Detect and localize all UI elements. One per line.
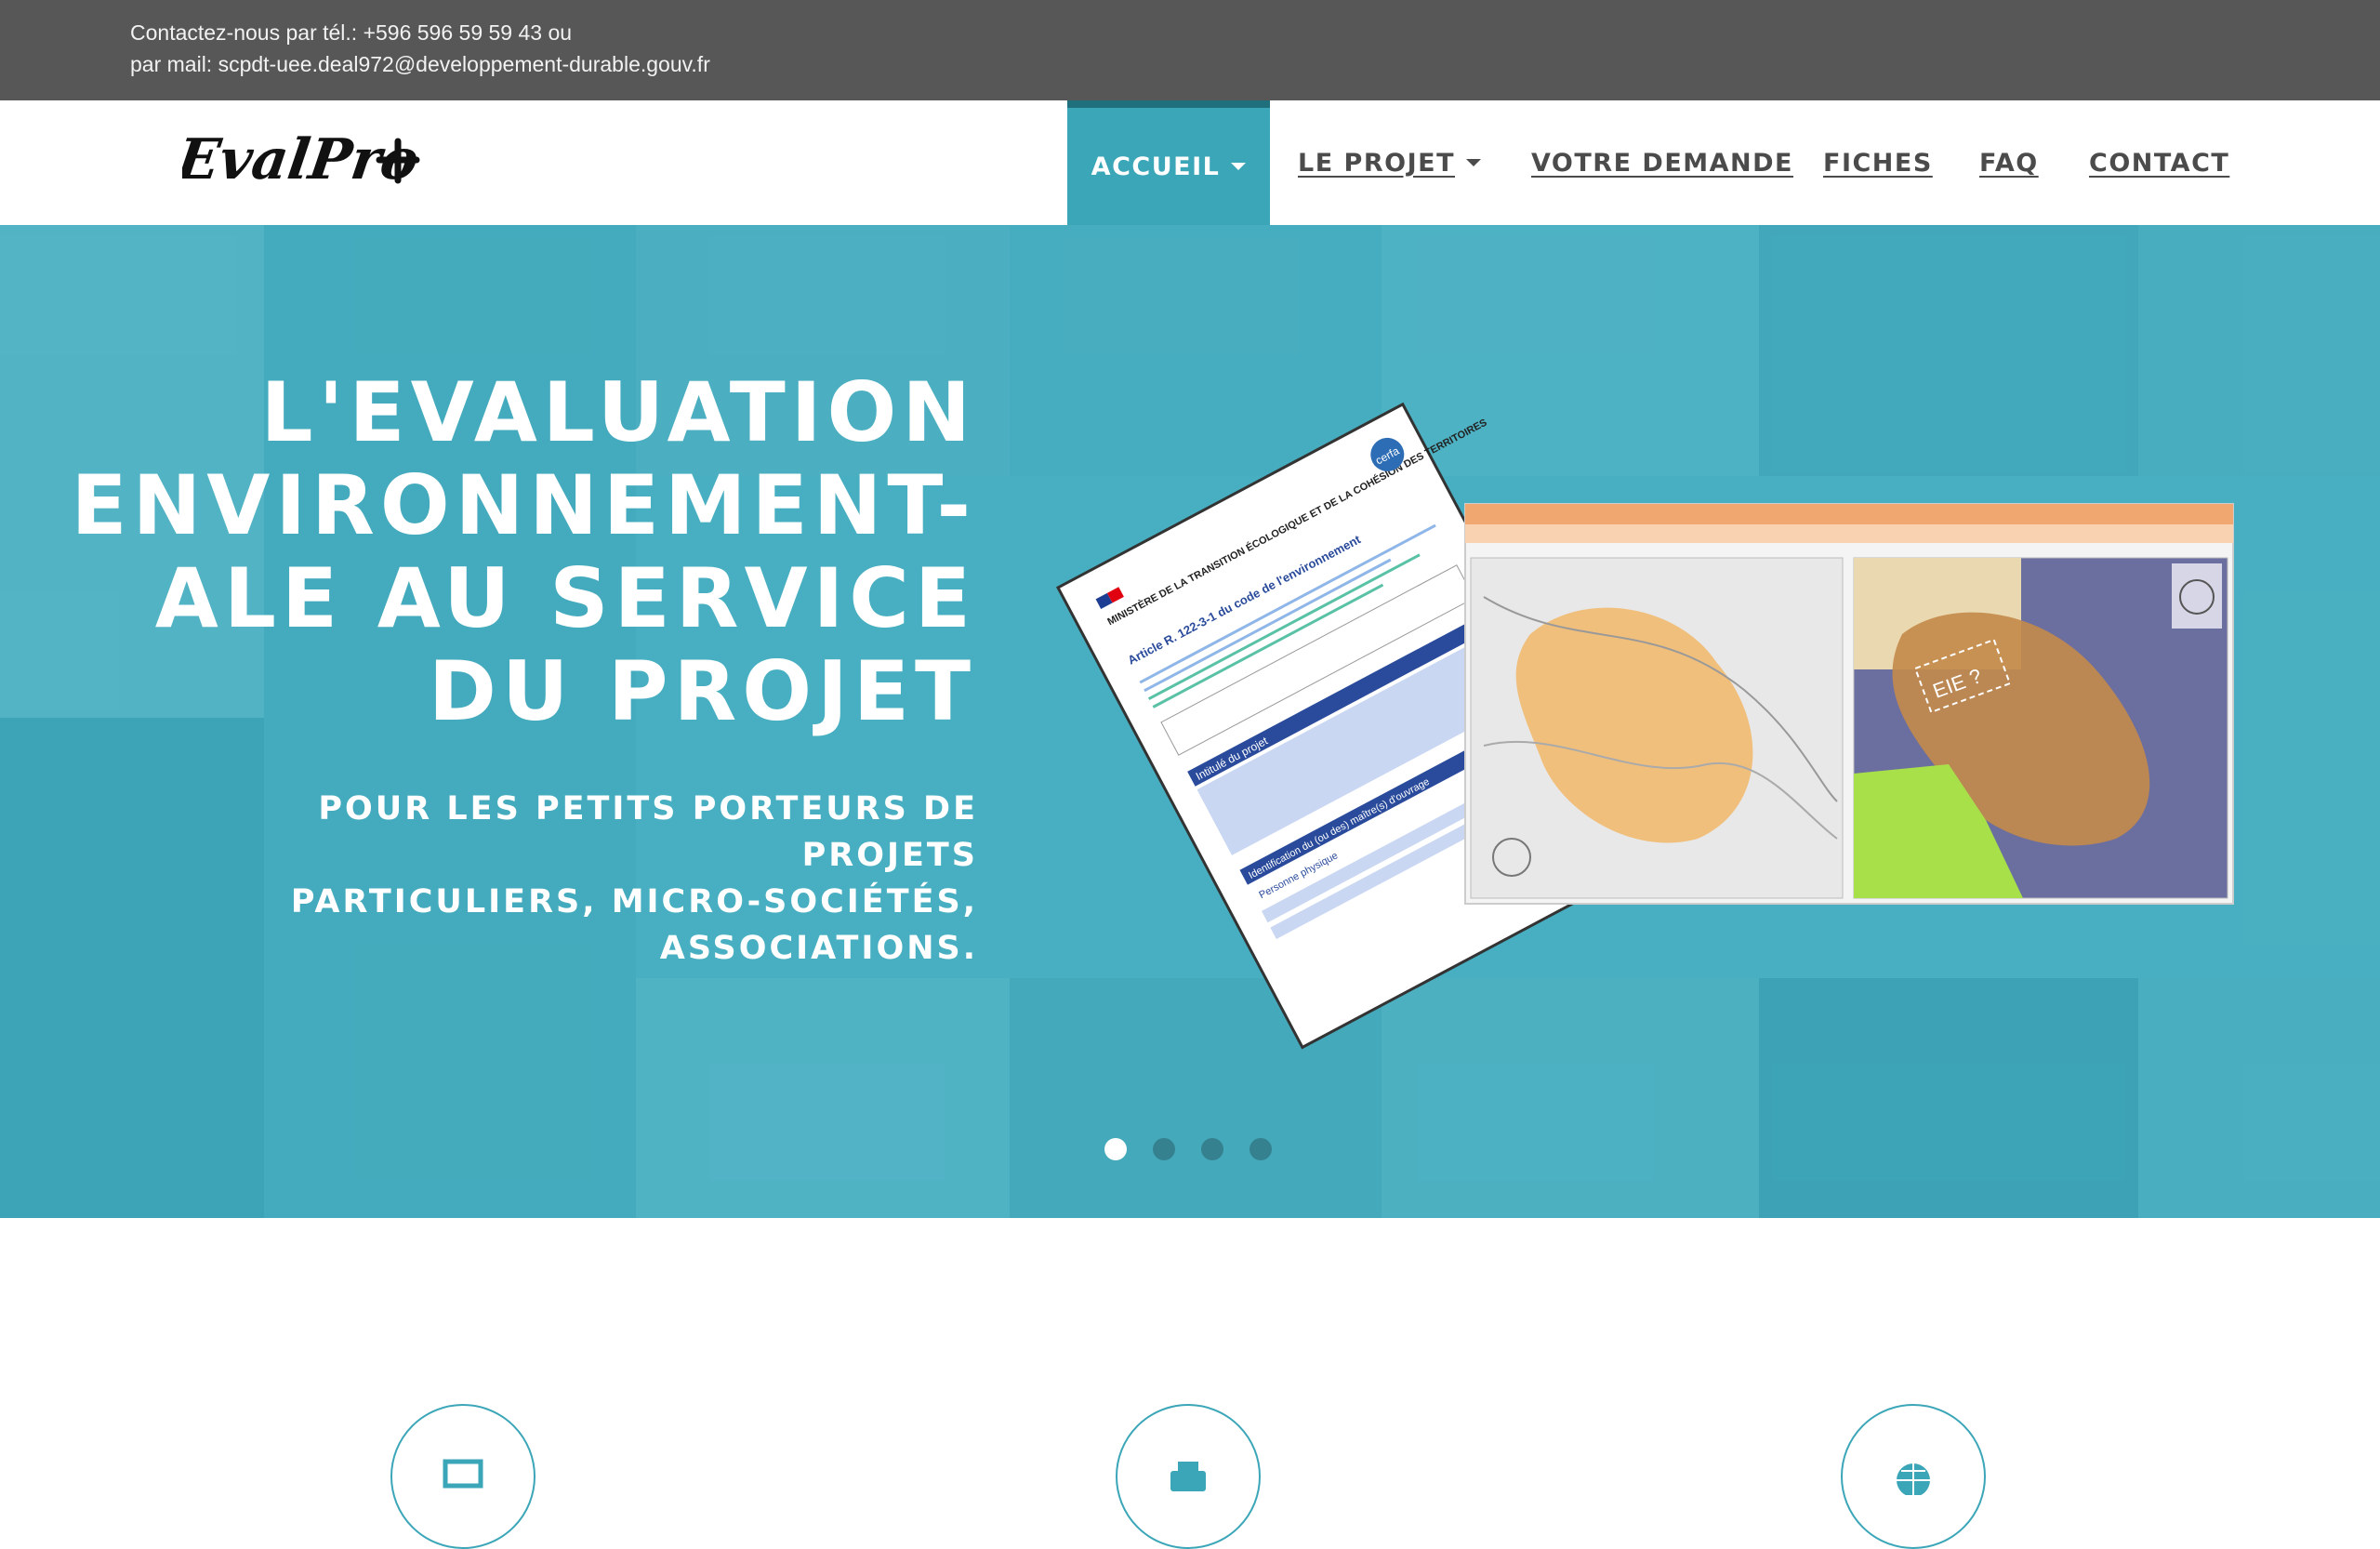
map-window: EIE ? bbox=[1464, 503, 2234, 905]
nav-votre-demande[interactable]: VOTRE DEMANDE bbox=[1531, 100, 1793, 225]
laptop-icon bbox=[443, 1459, 483, 1489]
feature-globe-circle[interactable] bbox=[1841, 1404, 1986, 1549]
nav-contact-label: CONTACT bbox=[2089, 148, 2230, 178]
nav-fiches-label: FICHES bbox=[1823, 148, 1933, 178]
evalpro-logo[interactable]: EvalPro bbox=[171, 125, 424, 199]
hero-title-line: ENVIRONNEMENT- bbox=[71, 457, 976, 553]
main-navbar: EvalPro ACCUEIL LE PROJET VOTRE DEMANDE … bbox=[0, 100, 2380, 225]
carousel-dot-1[interactable] bbox=[1104, 1138, 1127, 1160]
hero-subtitle-line: PARTICULIERS, MICRO-SOCIÉTÉS, bbox=[290, 883, 978, 920]
carousel-dot-3[interactable] bbox=[1201, 1138, 1223, 1160]
hero-subtitle-line: POUR LES PETITS PORTEURS DE PROJETS bbox=[318, 790, 978, 874]
contact-phone-text: Contactez-nous par tél.: +596 596 59 59 … bbox=[130, 20, 573, 45]
feature-laptop-circle[interactable] bbox=[390, 1404, 536, 1549]
hero-title-line: L'EVALUATION bbox=[260, 364, 976, 460]
hero-subtitle: POUR LES PETITS PORTEURS DE PROJETS PART… bbox=[141, 786, 978, 972]
nav-votre-demande-label: VOTRE DEMANDE bbox=[1531, 148, 1793, 178]
hero-illustration: MINISTÈRE DE LA TRANSITION ÉCOLOGIQUE ET… bbox=[1055, 402, 2234, 1050]
chevron-down-icon bbox=[1466, 159, 1481, 166]
nav-le-projet-label: LE PROJET bbox=[1298, 148, 1455, 178]
hero-title-line: DU PROJET bbox=[428, 643, 976, 739]
nav-accueil[interactable]: ACCUEIL bbox=[1067, 100, 1270, 225]
nav-faq-label: FAQ bbox=[1979, 148, 2039, 178]
contact-email-text: par mail: scpdt-uee.deal972@developpemen… bbox=[130, 52, 710, 76]
nav-fiches[interactable]: FICHES bbox=[1823, 100, 1933, 225]
nav-accueil-label: ACCUEIL bbox=[1091, 152, 1221, 181]
printer-icon bbox=[1170, 1462, 1206, 1491]
nav-faq[interactable]: FAQ bbox=[1979, 100, 2039, 225]
feature-printer-circle[interactable] bbox=[1116, 1404, 1261, 1549]
nav-le-projet[interactable]: LE PROJET bbox=[1298, 100, 1481, 225]
hero-subtitle-line: ASSOCIATIONS. bbox=[659, 930, 978, 967]
globe-icon bbox=[1897, 1463, 1930, 1495]
hero-slider: L'EVALUATION ENVIRONNEMENT- ALE AU SERVI… bbox=[0, 225, 2380, 1218]
chevron-down-icon bbox=[1231, 163, 1247, 170]
contact-bar: Contactez-nous par tél.: +596 596 59 59 … bbox=[0, 0, 2380, 100]
hero-title: L'EVALUATION ENVIRONNEMENT- ALE AU SERVI… bbox=[46, 366, 976, 738]
hero-title-line: ALE AU SERVICE bbox=[154, 550, 976, 646]
nav-contact[interactable]: CONTACT bbox=[2089, 100, 2229, 225]
carousel-dot-2[interactable] bbox=[1153, 1138, 1175, 1160]
carousel-dot-4[interactable] bbox=[1250, 1138, 1272, 1160]
